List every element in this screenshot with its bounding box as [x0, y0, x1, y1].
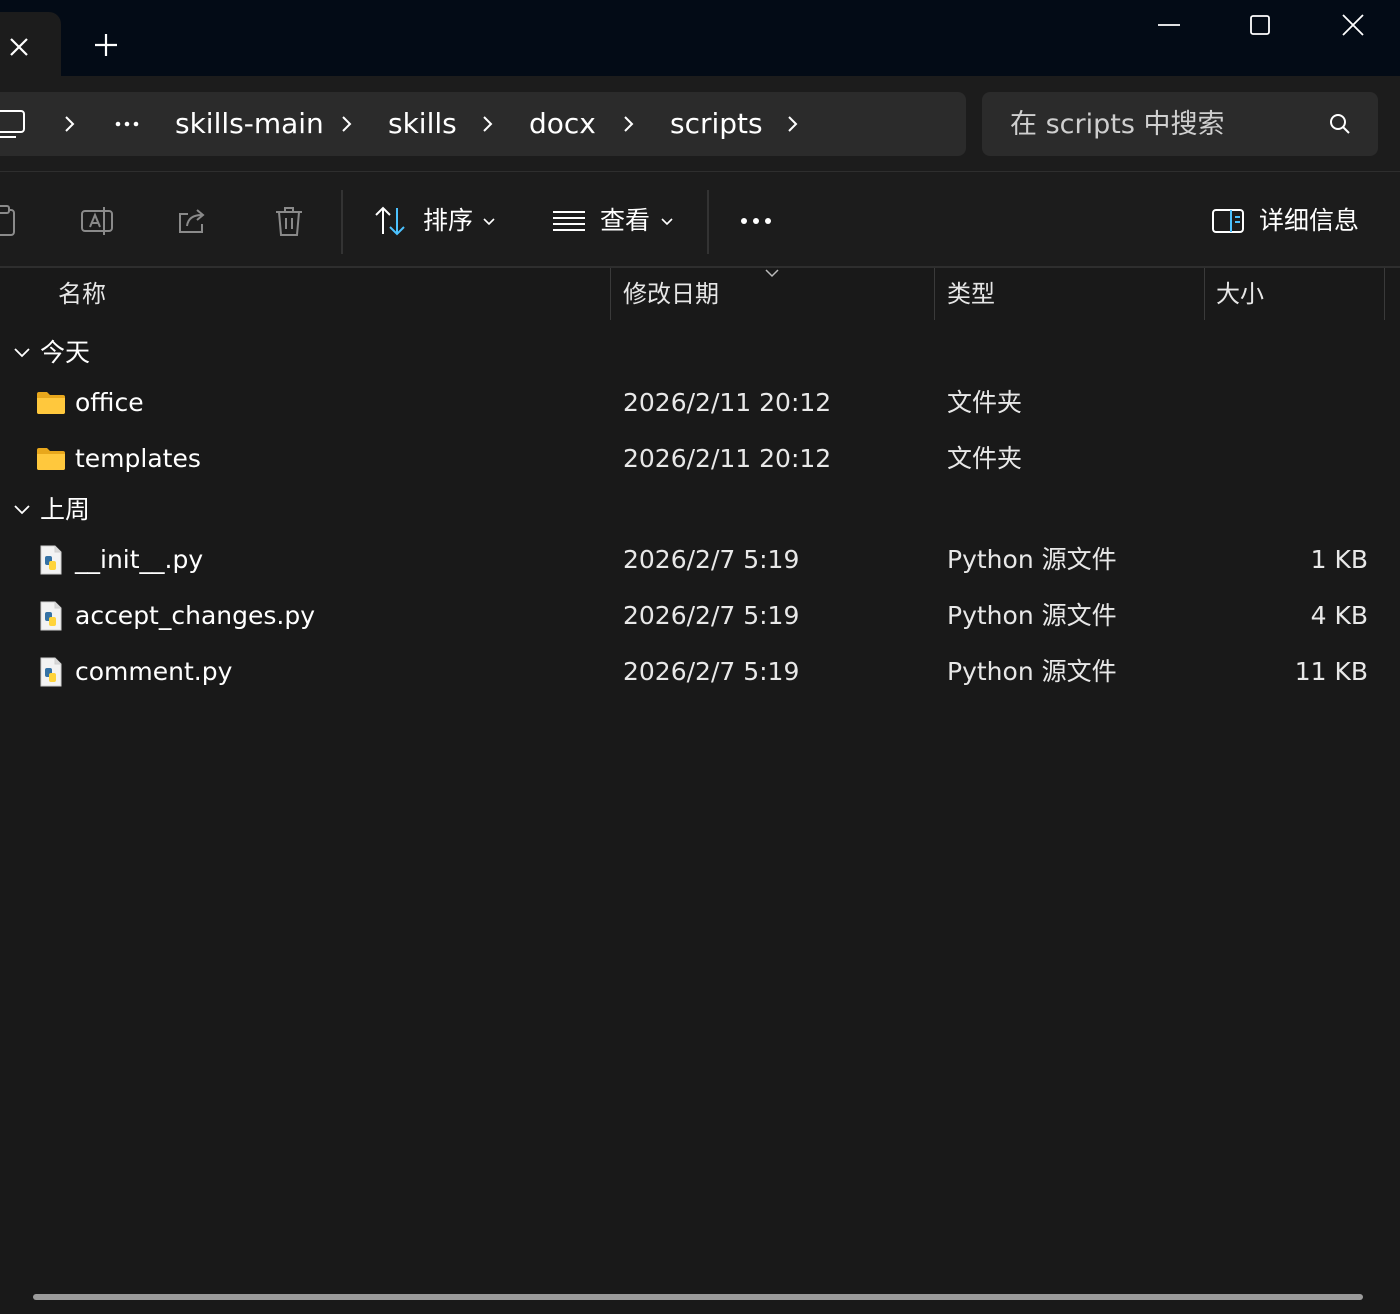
delete-icon[interactable]: [272, 204, 306, 238]
share-icon[interactable]: [176, 204, 210, 238]
file-name: templates: [75, 444, 201, 473]
group-header-today[interactable]: 今天: [0, 330, 1400, 376]
column-header-type[interactable]: 类型: [947, 268, 995, 320]
column-divider[interactable]: [934, 268, 935, 320]
chevron-right-icon[interactable]: [618, 114, 638, 134]
breadcrumb-skills[interactable]: skills: [388, 106, 457, 142]
column-divider[interactable]: [610, 268, 611, 320]
folder-icon: [37, 448, 65, 470]
more-options-icon[interactable]: [739, 204, 773, 238]
close-tab-icon[interactable]: [6, 34, 32, 60]
column-header-date[interactable]: 修改日期: [623, 268, 719, 320]
breadcrumb-docx[interactable]: docx: [529, 106, 596, 142]
active-tab[interactable]: [0, 12, 61, 76]
file-name: __init__.py: [75, 545, 204, 574]
python-file-icon: [40, 601, 62, 631]
search-box[interactable]: [982, 92, 1378, 156]
breadcrumb-scripts[interactable]: scripts: [670, 106, 763, 142]
column-divider[interactable]: [1204, 268, 1205, 320]
close-window-icon[interactable]: [1338, 10, 1368, 40]
python-file-icon: [40, 545, 62, 575]
breadcrumb-skills-main[interactable]: skills-main: [175, 106, 324, 142]
column-header-name[interactable]: 名称: [58, 268, 106, 320]
new-tab-icon[interactable]: [92, 31, 120, 59]
sort-label: 排序: [423, 206, 474, 235]
more-horizontal-icon[interactable]: [113, 116, 141, 132]
file-type: 文件夹: [947, 388, 1023, 417]
file-date: 2026/2/11 20:12: [623, 444, 832, 473]
file-type: Python 源文件: [947, 545, 1117, 574]
toolbar-separator: [707, 190, 709, 254]
search-input[interactable]: [1010, 104, 1330, 144]
file-name: office: [75, 388, 144, 417]
search-icon[interactable]: [1328, 112, 1352, 136]
file-size: 11 KB: [1294, 657, 1368, 686]
address-row: skills-main skills docx scripts: [0, 76, 1400, 172]
file-date: 2026/2/7 5:19: [623, 601, 800, 630]
file-date: 2026/2/7 5:19: [623, 545, 800, 574]
file-name: comment.py: [75, 657, 233, 686]
view-list-icon: [553, 211, 585, 231]
chevron-right-icon[interactable]: [477, 114, 497, 134]
title-bar: [0, 0, 1400, 76]
this-pc-icon[interactable]: [0, 108, 26, 140]
group-header-last-week[interactable]: 上周: [0, 487, 1400, 533]
chevron-down-icon: [483, 218, 495, 226]
chevron-down-icon: [661, 218, 673, 226]
paste-icon[interactable]: [0, 204, 20, 238]
column-header-size[interactable]: 大小: [1216, 268, 1264, 320]
chevron-down-icon: [14, 505, 30, 515]
chevron-right-icon[interactable]: [336, 114, 356, 134]
view-button[interactable]: 查看: [552, 200, 676, 242]
maximize-icon[interactable]: [1245, 10, 1275, 40]
command-bar: 排序 查看 详细信息: [0, 172, 1400, 268]
file-row[interactable]: templates 2026/2/11 20:12 文件夹: [0, 432, 1390, 486]
file-row[interactable]: office 2026/2/11 20:12 文件夹: [0, 376, 1390, 430]
details-label: 详细信息: [1259, 206, 1360, 235]
column-divider[interactable]: [1384, 268, 1385, 320]
file-date: 2026/2/7 5:19: [623, 657, 800, 686]
toolbar-separator: [341, 190, 343, 254]
file-row[interactable]: __init__.py 2026/2/7 5:19 Python 源文件 1 K…: [0, 533, 1390, 587]
sort-icon: [375, 206, 405, 236]
file-type: Python 源文件: [947, 657, 1117, 686]
sort-button[interactable]: 排序: [373, 200, 499, 242]
group-label: 上周: [40, 495, 91, 524]
python-file-icon: [40, 657, 62, 687]
chevron-right-icon[interactable]: [782, 114, 802, 134]
rename-icon[interactable]: [80, 204, 114, 238]
file-size: 1 KB: [1310, 545, 1368, 574]
file-row[interactable]: accept_changes.py 2026/2/7 5:19 Python 源…: [0, 589, 1390, 643]
file-type: Python 源文件: [947, 601, 1117, 630]
chevron-right-icon[interactable]: [59, 114, 79, 134]
folder-icon: [37, 392, 65, 414]
file-row[interactable]: comment.py 2026/2/7 5:19 Python 源文件 11 K…: [0, 645, 1390, 699]
group-label: 今天: [40, 338, 91, 367]
details-pane-icon: [1212, 209, 1244, 233]
minimize-icon[interactable]: [1154, 10, 1184, 40]
file-date: 2026/2/11 20:12: [623, 388, 832, 417]
sort-descending-icon: [765, 269, 779, 278]
file-type: 文件夹: [947, 444, 1023, 473]
file-size: 4 KB: [1310, 601, 1368, 630]
file-name: accept_changes.py: [75, 601, 316, 630]
breadcrumb[interactable]: skills-main skills docx scripts: [0, 92, 966, 156]
view-label: 查看: [600, 206, 651, 235]
details-pane-button[interactable]: 详细信息: [1211, 200, 1361, 242]
chevron-down-icon: [14, 348, 30, 358]
horizontal-scrollbar[interactable]: [33, 1294, 1363, 1300]
